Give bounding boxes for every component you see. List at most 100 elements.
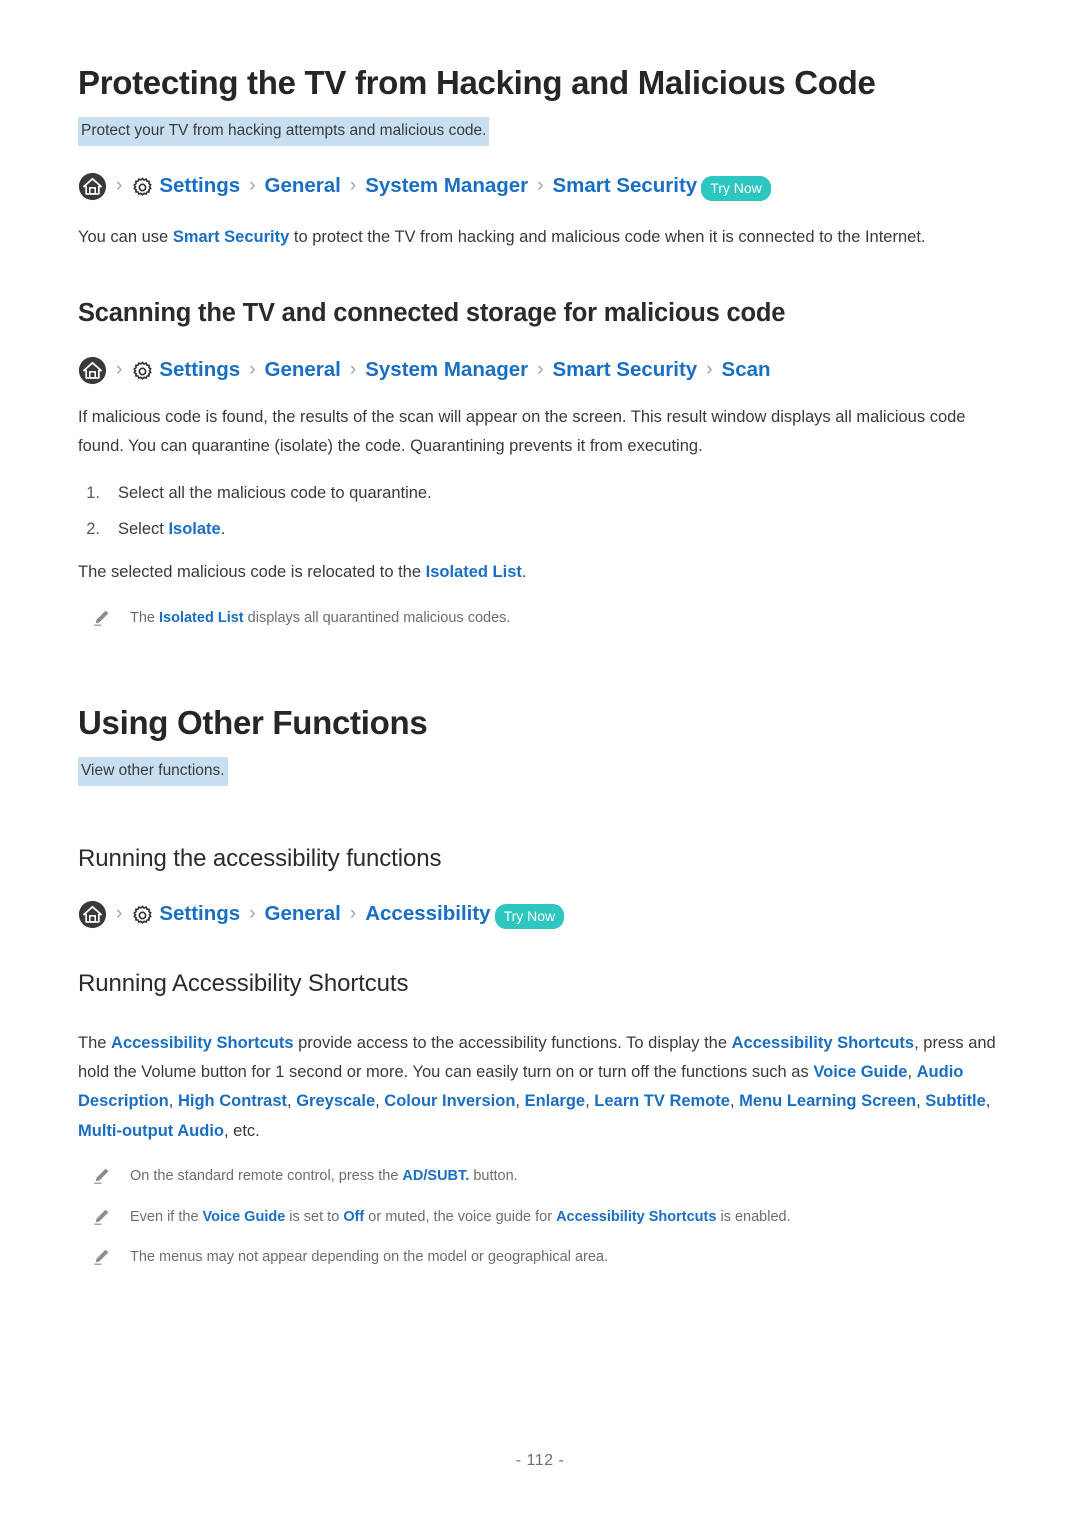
gear-icon[interactable] [131,904,154,927]
breadcrumb-item-system-manager[interactable]: System Manager [365,359,528,381]
paragraph-text: The selected malicious code is relocated… [78,563,426,582]
note-item: Even if the Voice Guide is set to Off or… [78,1205,1002,1230]
list-item: 2. Select Isolate. [78,515,1002,544]
breadcrumb-separator: › [349,174,357,196]
note-text-pre: On the standard remote control, press th… [130,1168,403,1185]
summary-row: View other functions. [78,757,1002,786]
step-number: 2. [86,519,100,538]
link-multi-output-audio[interactable]: Multi-output Audio [78,1122,224,1140]
step-text-post: . [220,519,226,538]
gear-icon[interactable] [131,360,154,383]
pencil-note-icon [92,1167,110,1185]
summary-row: Protect your TV from hacking attempts an… [78,117,1002,146]
link-smart-security[interactable]: Smart Security [173,228,289,246]
link-colour-inversion[interactable]: Colour Inversion [384,1092,515,1110]
home-icon[interactable] [78,356,107,385]
link-voice-guide[interactable]: Voice Guide [203,1209,286,1225]
home-icon[interactable] [78,172,107,201]
try-now-badge[interactable]: Try Now [701,175,771,201]
scanning-paragraph: If malicious code is found, the results … [78,407,966,456]
breadcrumb-separator: › [537,358,544,380]
subsection-heading-accessibility-shortcuts: Running Accessibility Shortcuts [78,969,409,997]
breadcrumb-item-system-manager[interactable]: System Manager [365,175,528,197]
paragraph-text: , etc. [224,1121,260,1140]
link-high-contrast[interactable]: High Contrast [178,1092,287,1110]
link-accessibility-shortcuts[interactable]: Accessibility Shortcuts [732,1034,914,1052]
link-greyscale[interactable]: Greyscale [296,1092,375,1110]
note-text-tail: is enabled. [716,1208,791,1225]
link-enlarge[interactable]: Enlarge [525,1092,586,1110]
breadcrumb-separator: › [116,174,123,196]
paragraph-text: , [907,1063,917,1082]
breadcrumb-separator: › [249,902,256,924]
breadcrumb[interactable]: › Settings › General › Accessibility Try… [78,900,1002,929]
subsection-heading-running-accessibility: Running the accessibility functions [78,844,442,872]
paragraph-text: , [916,1092,926,1111]
link-isolate[interactable]: Isolate [168,520,220,538]
section-summary: View other functions. [78,757,228,786]
paragraph-text: . [521,563,527,582]
breadcrumb[interactable]: › Settings › General › System Manager › … [78,172,1002,201]
paragraph-text: , [375,1092,385,1111]
breadcrumb-separator: › [537,174,544,196]
link-accessibility-shortcuts[interactable]: Accessibility Shortcuts [556,1209,716,1225]
paragraph-text: to protect the TV from hacking and malic… [289,227,926,246]
try-now-badge[interactable]: Try Now [494,903,565,929]
note-text-post: or muted, the voice guide for [364,1208,557,1225]
steps-list: 1. Select all the malicious code to quar… [78,479,1002,544]
accessibility-shortcuts-paragraph: The Accessibility Shortcuts provide acce… [78,1029,1002,1146]
paragraph-text: The [78,1033,112,1052]
link-off[interactable]: Off [343,1209,364,1225]
link-isolated-list[interactable]: Isolated List [159,610,244,626]
intro-paragraph: You can use Smart Security to protect th… [78,223,1002,252]
breadcrumb-separator: › [706,358,713,380]
note-item: The Isolated List displays all quarantin… [78,606,1002,631]
gear-icon[interactable] [131,176,154,199]
page-number: - 112 - [515,1452,565,1469]
after-steps-paragraph: The selected malicious code is relocated… [78,558,1002,587]
list-item: 1. Select all the malicious code to quar… [78,479,1002,508]
link-accessibility-shortcuts[interactable]: Accessibility Shortcuts [111,1034,293,1052]
note-item: The menus may not appear depending on th… [78,1245,1002,1270]
breadcrumb-item-accessibility[interactable]: Accessibility [365,903,490,925]
paragraph-text: provide access to the accessibility func… [293,1033,732,1052]
breadcrumb-item-settings[interactable]: Settings [159,175,240,197]
breadcrumb-separator: › [116,902,123,924]
paragraph-text: , [515,1092,525,1111]
note-text: Even if the Voice Guide is set to Off or… [130,1205,791,1230]
link-subtitle[interactable]: Subtitle [925,1092,986,1110]
breadcrumb-item-general[interactable]: General [265,175,341,197]
note-text-post: button. [469,1168,518,1185]
breadcrumb-item-general[interactable]: General [265,359,341,381]
step-text-pre: Select all the malicious code to quarant… [118,484,432,503]
link-voice-guide[interactable]: Voice Guide [813,1063,907,1081]
section-heading-using-other-functions: Using Other Functions [78,704,428,742]
link-ad-subt[interactable]: AD/SUBT. [402,1168,469,1184]
page-title: Protecting the TV from Hacking and Malic… [78,64,876,101]
link-isolated-list[interactable]: Isolated List [426,563,522,581]
breadcrumb-item-smart-security[interactable]: Smart Security [552,359,697,381]
step-text: Select all the malicious code to quarant… [118,479,432,508]
document-page: Protecting the TV from Hacking and Malic… [0,0,1080,1527]
pencil-note-icon [92,1248,110,1266]
link-menu-learning-screen[interactable]: Menu Learning Screen [739,1092,916,1110]
note-text-pre: Even if the [130,1208,203,1225]
breadcrumb-item-scan[interactable]: Scan [722,359,771,381]
paragraph-text: , [985,1092,991,1111]
note-text-mid: is set to [285,1208,344,1225]
breadcrumb-item-settings[interactable]: Settings [159,359,240,381]
breadcrumb-separator: › [249,358,256,380]
breadcrumb-item-general[interactable]: General [265,903,341,925]
section-summary: Protect your TV from hacking attempts an… [78,117,490,146]
section-heading-scanning: Scanning the TV and connected storage fo… [78,298,786,327]
link-learn-tv-remote[interactable]: Learn TV Remote [594,1092,730,1110]
breadcrumb-item-smart-security[interactable]: Smart Security [552,175,697,197]
breadcrumb[interactable]: › Settings › General › System Manager › … [78,356,1002,385]
note-text: On the standard remote control, press th… [130,1164,518,1189]
paragraph-text: , [585,1092,595,1111]
home-icon[interactable] [78,900,107,929]
note-text-pre: The menus may not appear depending on th… [130,1249,609,1266]
note-text: The menus may not appear depending on th… [130,1245,608,1270]
breadcrumb-separator: › [349,902,357,924]
breadcrumb-item-settings[interactable]: Settings [159,903,240,925]
